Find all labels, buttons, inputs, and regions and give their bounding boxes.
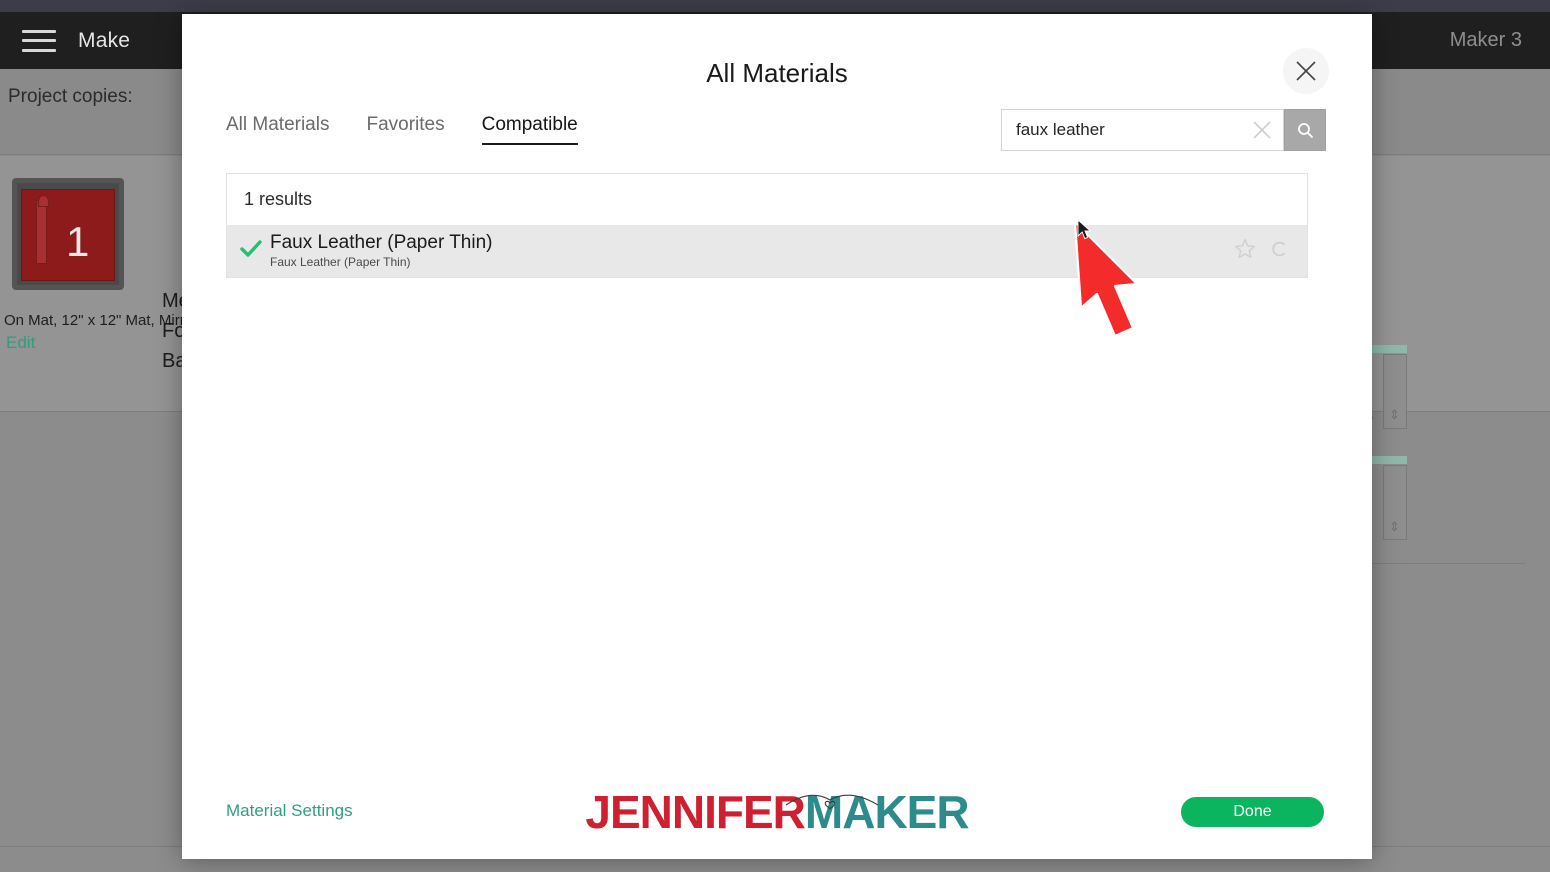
search-field (1001, 109, 1284, 151)
screen: Make Maker 3 Project copies: 1 On Mat, 1… (0, 0, 1550, 872)
watermark-second-word: MAKER (804, 786, 970, 838)
dialog-footer: Material Settings JENNIFERMAKER Done (182, 773, 1372, 859)
stepper-caret-icon-1: ⇕ (1389, 407, 1400, 422)
project-copies-label: Project copies: (8, 86, 133, 107)
mat-thumbnail[interactable]: 1 (12, 178, 124, 290)
stepper-caret-icon-2: ⇕ (1389, 519, 1400, 534)
search-input[interactable] (1002, 110, 1283, 150)
material-search (1001, 109, 1326, 151)
material-item-texts: Faux Leather (Paper Thin) Faux Leather (… (270, 232, 493, 270)
search-button[interactable] (1284, 109, 1326, 151)
machine-name-label: Maker 3 (1449, 29, 1522, 51)
app-header-title: Make (78, 28, 131, 52)
watermark-first-word: JENNIFER (585, 786, 805, 838)
results-count-label: 1 results (244, 189, 313, 209)
browser-top-strip (0, 0, 1550, 12)
cricut-c-icon[interactable] (1269, 239, 1289, 264)
material-item-subtitle: Faux Leather (Paper Thin) (270, 255, 411, 269)
checkmark-icon (240, 239, 270, 263)
tab-favorites[interactable]: Favorites (366, 114, 444, 145)
search-icon (1297, 122, 1313, 138)
done-button[interactable]: Done (1181, 797, 1324, 827)
mat-number-label: 1 (66, 218, 90, 265)
clear-icon[interactable] (1251, 119, 1273, 141)
tab-compatible[interactable]: Compatible (481, 114, 578, 145)
mat-thumbnail-surface: 1 (21, 189, 115, 281)
all-materials-dialog: All Materials All Materials Favorites Co… (182, 14, 1372, 859)
mat-edit-link[interactable]: Edit (6, 333, 35, 353)
material-list-item[interactable]: Faux Leather (Paper Thin) Faux Leather (… (227, 225, 1307, 277)
right-panel-divider (1345, 563, 1525, 564)
tab-all-materials[interactable]: All Materials (226, 114, 329, 145)
results-card: 1 results Faux Leather (Paper Thin) Faux… (226, 173, 1308, 278)
hamburger-menu-icon[interactable] (22, 29, 56, 52)
mat-shape-preview (36, 195, 49, 264)
material-item-title: Faux Leather (Paper Thin) (270, 232, 493, 253)
dialog-title: All Materials (706, 58, 848, 88)
material-item-actions (1234, 238, 1289, 264)
star-icon[interactable] (1234, 238, 1256, 264)
material-tabs: All Materials Favorites Compatible (226, 114, 578, 145)
close-icon[interactable] (1283, 48, 1329, 94)
